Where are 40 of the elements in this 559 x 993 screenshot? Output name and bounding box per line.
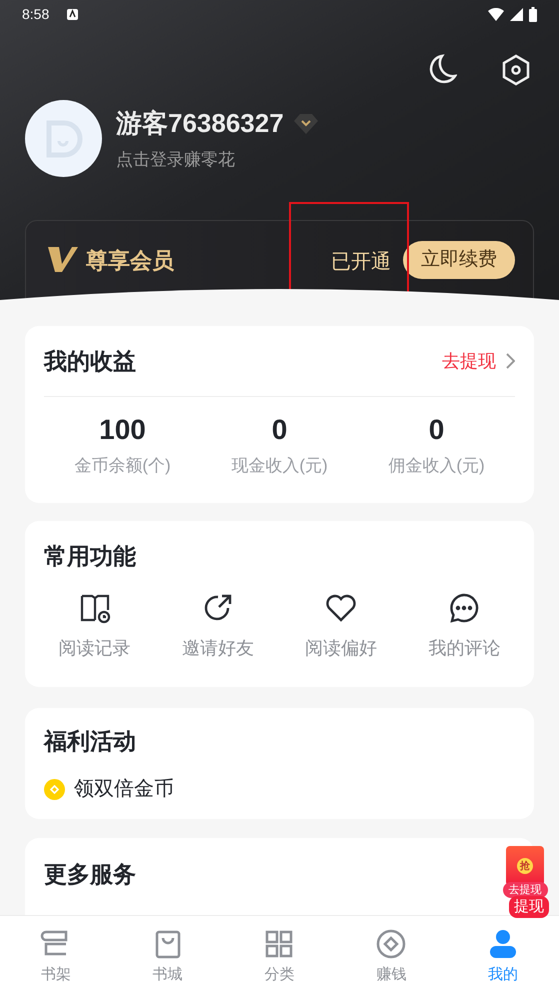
stat-value: 100 [99,413,146,447]
renew-button[interactable]: 立即续费 [403,241,515,279]
stat-label: 佣金收入(元) [388,455,485,477]
coin-icon [375,928,408,960]
wifi-icon [488,8,504,20]
moon-icon[interactable] [427,54,457,86]
stat-label: 金币余额(个) [74,455,171,477]
signal-icon [510,8,523,20]
function-item[interactable]: 阅读偏好 [280,591,403,662]
tab[interactable]: 书架 [0,916,112,993]
stat-value: 0 [272,413,288,447]
section-title: 更多服务 [44,860,136,889]
section-title: 福利活动 [44,726,136,756]
tab[interactable]: 分类 [224,916,336,993]
coin-icon [44,778,65,800]
function-item[interactable]: 邀请好友 [156,591,280,662]
status-time: 8:58 [22,4,50,24]
v-logo-icon [48,245,78,273]
diamond-icon [294,112,318,135]
battery-icon [529,6,537,22]
stat-label: 现金收入(元) [231,455,328,477]
section-title: 常用功能 [44,542,136,571]
tab[interactable]: 书城 [112,916,224,993]
section-title: 我的收益 [44,346,136,376]
grid-icon [263,928,296,960]
vip-title: 尊享会员 [86,247,174,276]
vip-status: 已开通 [331,250,391,275]
activity-label[interactable]: 领双倍金币 [74,774,174,804]
chevron-right-icon [506,353,515,369]
withdraw-link[interactable]: 去提现 [442,348,515,374]
tab[interactable]: 我的 [447,916,559,993]
settings-icon[interactable] [501,54,531,86]
notification-icon [67,8,78,20]
withdraw-label[interactable]: 提现 [509,896,549,918]
tab[interactable]: 赚钱 [335,916,448,993]
function-item[interactable]: 阅读记录 [33,591,156,662]
stat-value: 0 [428,413,444,447]
function-item[interactable]: 我的评论 [402,591,526,662]
username: 游客76386327 [116,107,284,140]
login-prompt[interactable]: 点击登录赚零花 [116,147,318,173]
